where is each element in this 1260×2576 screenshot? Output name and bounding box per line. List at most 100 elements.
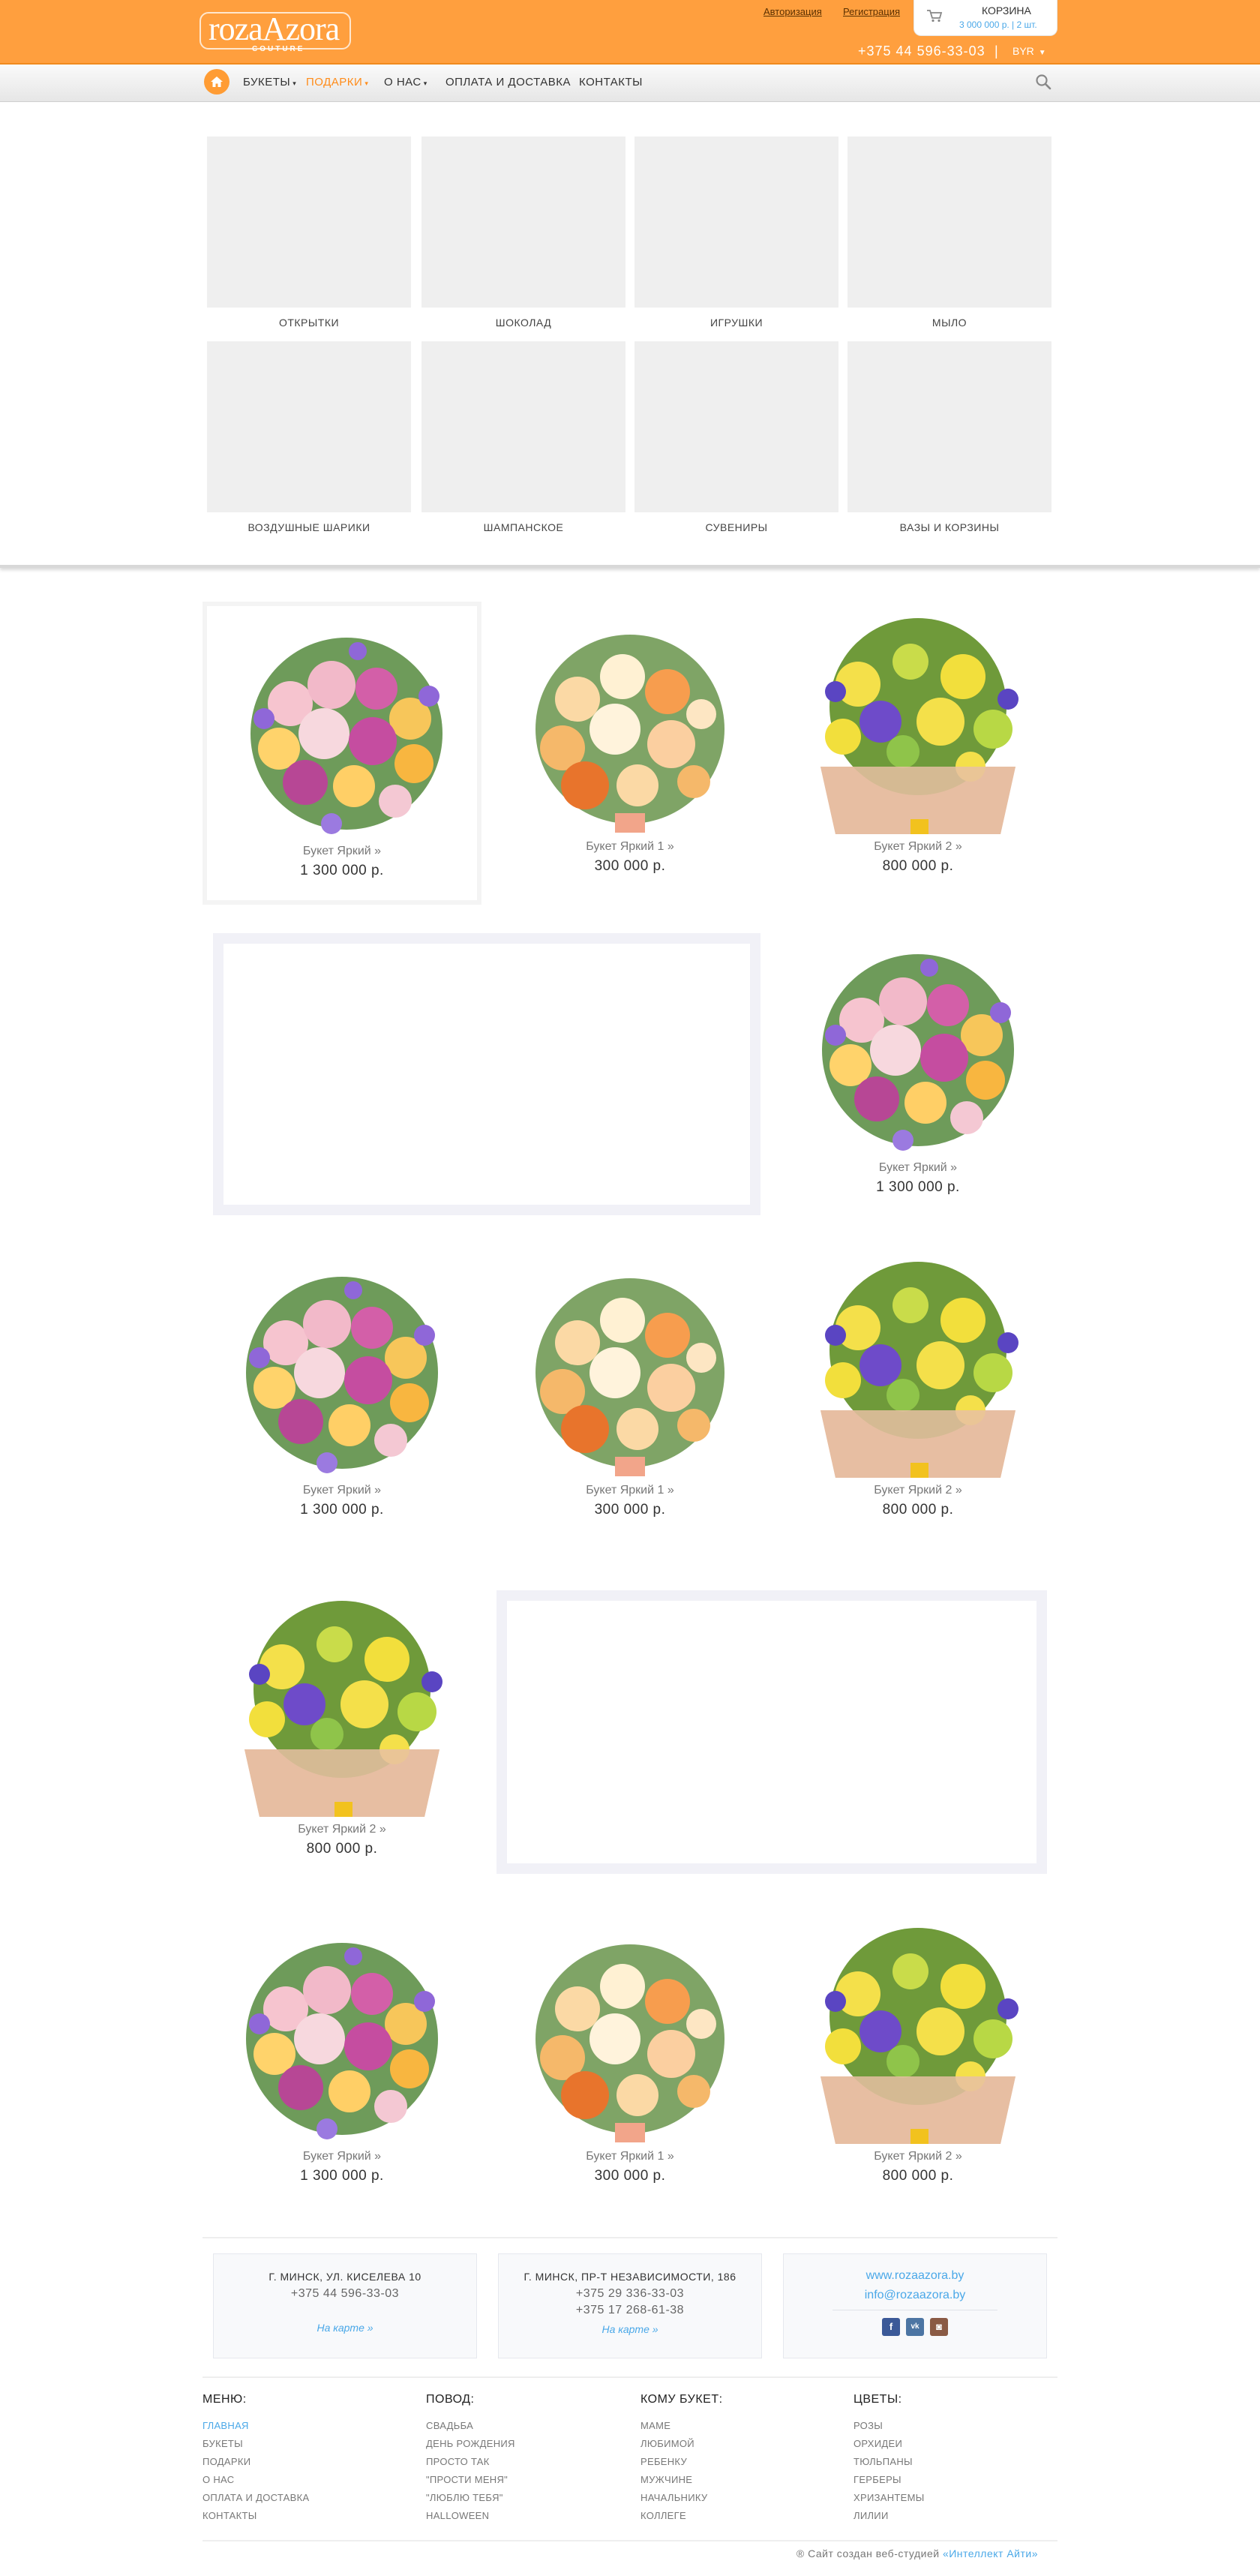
footer-link[interactable]: ПРОСТО ТАК [426, 2453, 515, 2471]
footer-link[interactable]: О НАС [202, 2471, 309, 2489]
promo-banner[interactable] [496, 1590, 1047, 1874]
footer-link[interactable]: ТЮЛЬПАНЫ [854, 2453, 925, 2471]
footer-link[interactable]: РЕБЕНКУ [640, 2453, 723, 2471]
product-price: 1 300 000 р. [300, 863, 384, 878]
nav-item-gifts[interactable]: ПОДАРКИ ▾ [306, 76, 368, 89]
product-name[interactable]: Букет Яркий » [778, 1161, 1058, 1175]
category-label: ШОКОЛАД [495, 317, 552, 329]
footer-link[interactable]: БУКЕТЫ [202, 2435, 309, 2453]
product-name[interactable]: Букет Яркий 2 » [202, 1823, 482, 1836]
nav-label: БУКЕТЫ [243, 76, 291, 89]
product-name[interactable]: Букет Яркий 1 » [490, 840, 770, 854]
product-card[interactable]: Букет Яркий 1 » 300 000 р. [490, 1911, 770, 2214]
product-card[interactable]: Букет Яркий 2 » 800 000 р. [778, 1911, 1058, 2214]
product-name[interactable]: Букет Яркий » [202, 1484, 482, 1497]
product-name[interactable]: Букет Яркий 1 » [490, 1484, 770, 1497]
nav-item-bouquets[interactable]: БУКЕТЫ ▾ [243, 76, 296, 89]
bouquet-image [536, 1944, 724, 2142]
category-image [848, 341, 1052, 512]
vk-icon[interactable]: vk [906, 2318, 924, 2336]
footer-link[interactable]: "ПРОСТИ МЕНЯ" [426, 2471, 515, 2489]
category-card[interactable]: ВОЗДУШНЫЕ ШАРИКИ [207, 341, 411, 533]
bouquet-image [244, 1601, 442, 1817]
contact-address: Г. МИНСК, ПР-Т НЕЗАВИСИМОСТИ, 186 [524, 2271, 736, 2283]
product-card[interactable]: Букет Яркий » 1 300 000 р. [202, 1911, 482, 2214]
currency-value: BYR [1012, 45, 1034, 57]
category-card[interactable]: ШОКОЛАД [422, 137, 626, 329]
product-card[interactable]: Букет Яркий 2 » 800 000 р. [778, 602, 1058, 905]
currency-select[interactable]: BYR ▼ [1012, 45, 1046, 57]
promo-banner[interactable] [213, 933, 760, 1215]
facebook-icon[interactable]: f [882, 2318, 900, 2336]
product-card[interactable]: Букет Яркий » 1 300 000 р. [202, 1245, 482, 1548]
footer-link[interactable]: "ЛЮБЛЮ ТЕБЯ" [426, 2489, 515, 2507]
product-card[interactable]: Букет Яркий » 1 300 000 р. [202, 602, 482, 905]
login-link[interactable]: Авторизация [764, 6, 822, 17]
nav-item-about[interactable]: О НАС ▾ [384, 76, 428, 89]
contact-phone[interactable]: +375 29 336-33-03 [499, 2287, 761, 2301]
category-card[interactable]: ОТКРЫТКИ [207, 137, 411, 329]
logo-text: rozaAzora [208, 11, 340, 47]
contact-phone[interactable]: +375 44 596-33-03 [214, 2287, 476, 2301]
product-name[interactable]: Букет Яркий 1 » [490, 2150, 770, 2163]
footer-link[interactable]: МАМЕ [640, 2417, 723, 2435]
product-price: 300 000 р. [594, 858, 666, 874]
footer-link[interactable]: ОПЛАТА И ДОСТАВКА [202, 2489, 309, 2507]
map-link[interactable]: На карте » [214, 2322, 476, 2334]
category-card[interactable]: СУВЕНИРЫ [634, 341, 838, 533]
bouquet-image [246, 1943, 438, 2139]
nav-label: ПОДАРКИ [306, 76, 363, 89]
footer-link[interactable]: ХРИЗАНТЕМЫ [854, 2489, 925, 2507]
product-card[interactable]: Букет Яркий 1 » 300 000 р. [490, 602, 770, 905]
footer-link[interactable]: КОЛЛЕГЕ [640, 2507, 723, 2525]
footer-link[interactable]: ГЛАВНАЯ [202, 2417, 309, 2435]
product-name[interactable]: Букет Яркий » [202, 2150, 482, 2163]
category-card[interactable]: ВАЗЫ И КОРЗИНЫ [848, 341, 1052, 533]
email-link[interactable]: info@rozaazora.by [784, 2289, 1046, 2302]
map-link[interactable]: На карте » [499, 2323, 761, 2335]
cart-widget[interactable]: КОРЗИНА 3 000 000 р. | 2 шт. [914, 0, 1058, 36]
footer-link[interactable]: HALLOWEEN [426, 2507, 515, 2525]
category-label: ОТКРЫТКИ [278, 317, 340, 329]
footer-link[interactable]: НАЧАЛЬНИКУ [640, 2489, 723, 2507]
logo[interactable]: rozaAzora COUTURE [200, 9, 351, 54]
register-link[interactable]: Регистрация [843, 6, 900, 17]
category-image [207, 341, 411, 512]
category-card[interactable]: МЫЛО [848, 137, 1052, 329]
footer-link[interactable]: ГЕРБЕРЫ [854, 2471, 925, 2489]
product-name[interactable]: Букет Яркий » [207, 845, 477, 858]
footer-heading: МЕНЮ: [202, 2393, 247, 2406]
category-card[interactable]: ШАМПАНСКОЕ [422, 341, 626, 533]
search-icon[interactable] [1035, 74, 1052, 90]
contact-phone[interactable]: +375 17 268-61-38 [499, 2304, 761, 2317]
category-image [422, 341, 626, 512]
category-card[interactable]: ИГРУШКИ [634, 137, 838, 329]
nav-item-payment[interactable]: ОПЛАТА И ДОСТАВКА [446, 76, 571, 89]
home-button[interactable] [204, 69, 230, 95]
footer-link[interactable]: ЛЮБИМОЙ [640, 2435, 723, 2453]
footer-link[interactable]: ОРХИДЕИ [854, 2435, 925, 2453]
product-name[interactable]: Букет Яркий 2 » [778, 840, 1058, 854]
category-image [634, 341, 838, 512]
product-card[interactable]: Букет Яркий 2 » 800 000 р. [202, 1584, 482, 1887]
footer-link[interactable]: ДЕНЬ РОЖДЕНИЯ [426, 2435, 515, 2453]
footer-link[interactable]: ПОДАРКИ [202, 2453, 309, 2471]
footer-link[interactable]: КОНТАКТЫ [202, 2507, 309, 2525]
product-name[interactable]: Букет Яркий 2 » [778, 2150, 1058, 2163]
product-name[interactable]: Букет Яркий 2 » [778, 1484, 1058, 1497]
divider [202, 2237, 1058, 2238]
instagram-icon[interactable]: ◙ [930, 2318, 948, 2336]
footer-link[interactable]: ЛИЛИИ [854, 2507, 925, 2525]
product-card[interactable]: Букет Яркий 1 » 300 000 р. [490, 1245, 770, 1548]
footer-link[interactable]: СВАДЬБА [426, 2417, 515, 2435]
product-price: 800 000 р. [306, 1841, 378, 1857]
footer-link[interactable]: МУЖЧИНЕ [640, 2471, 723, 2489]
contact-box-nezavisimosti: Г. МИНСК, ПР-Т НЕЗАВИСИМОСТИ, 186 +375 2… [498, 2253, 762, 2358]
website-link[interactable]: www.rozaazora.by [784, 2269, 1046, 2283]
product-card[interactable]: Букет Яркий 2 » 800 000 р. [778, 1245, 1058, 1548]
product-card[interactable]: Букет Яркий » 1 300 000 р. [778, 923, 1058, 1226]
footer-link[interactable]: РОЗЫ [854, 2417, 925, 2435]
nav-item-contacts[interactable]: КОНТАКТЫ [579, 76, 643, 89]
studio-link[interactable]: «Интеллект Айти» [943, 2547, 1038, 2559]
page: rozaAzora COUTURE Авторизация Регистраци… [0, 0, 1260, 2576]
